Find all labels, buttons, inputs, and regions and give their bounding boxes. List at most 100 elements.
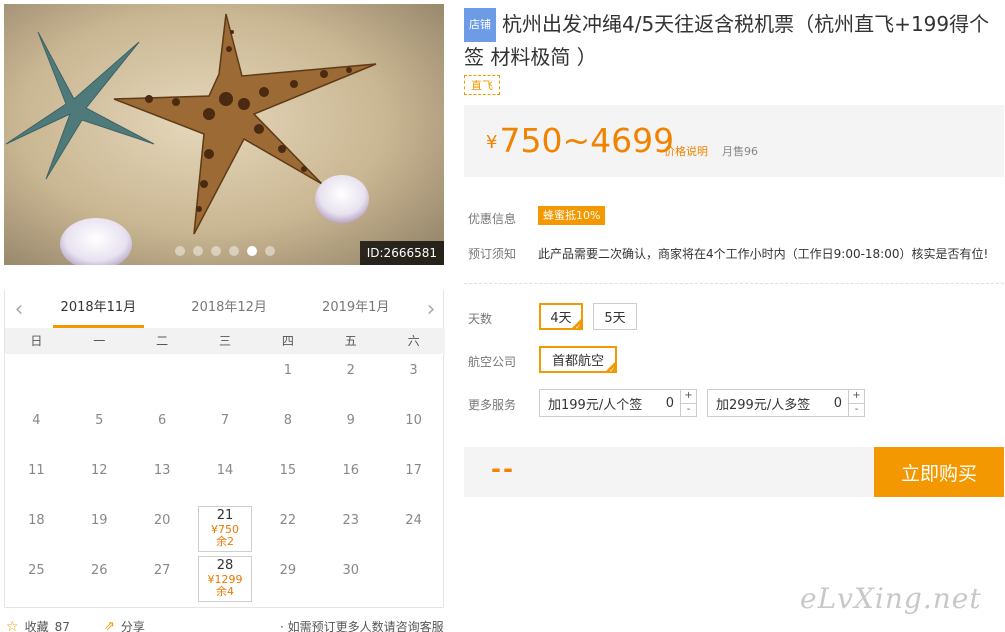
direct-flight-tag: 直飞 [464, 75, 500, 95]
calendar-month-tabs: 2018年11月 2018年12月 2019年1月 [33, 290, 417, 328]
decrement-button[interactable]: - [681, 402, 696, 417]
calendar-day: 20 [153, 513, 171, 528]
starfish-illustration [4, 4, 444, 265]
calendar-empty-cell [5, 354, 68, 404]
quantity-stepper: + - [680, 390, 696, 416]
calendar-month-nav: ‹ 2018年11月 2018年12月 2019年1月 › [5, 290, 445, 328]
carousel-dot-active[interactable] [247, 246, 257, 256]
calendar-day: 29 [279, 563, 297, 578]
share-icon: ⇗ [104, 619, 115, 632]
monthly-sales: 月售96 [722, 145, 758, 158]
airline-option-capital-airlines[interactable]: 首都航空 [539, 346, 617, 374]
product-title-block: 店铺 杭州出发冲绳4/5天往返含税机票（杭州直飞+199得个签 材料极简 ） [464, 8, 1000, 72]
favorite-count: 87 [54, 619, 70, 632]
booking-notice-label: 预订须知 [468, 247, 517, 261]
price-panel: ¥750~4699 价格说明 月售96 [464, 105, 1004, 177]
carousel-dot[interactable] [175, 246, 185, 256]
carousel-dots [175, 246, 275, 256]
booking-notice-text: 此产品需要二次确认，商家将在4个工作小时内（工作日9:00-18:00）核实是否… [538, 247, 989, 261]
calendar-month-tab[interactable]: 2018年11月 [52, 290, 145, 328]
days-option-5[interactable]: 5天 [593, 303, 637, 330]
calendar-day: 3 [409, 363, 418, 378]
price-explanation-link[interactable]: 价格说明 [664, 143, 708, 159]
calendar-day: 13 [153, 463, 171, 478]
total-price: -- [491, 455, 515, 483]
chevron-left-icon[interactable]: ‹ [5, 290, 33, 328]
image-id-badge: ID:2666581 [359, 241, 444, 265]
service-multi-visa: 加299元/人多签 0 + - [707, 389, 865, 417]
weekday-label: 四 [281, 334, 294, 348]
calendar-day: 5 [95, 413, 104, 428]
service-label: 加199元/人个签 [548, 397, 643, 413]
increment-button[interactable]: + [849, 390, 864, 403]
carousel-dot[interactable] [229, 246, 239, 256]
calendar-day: 7 [220, 413, 230, 428]
favorite-button[interactable]: ☆ 收藏 87 [6, 618, 70, 632]
calendar-empty-cell [131, 354, 194, 404]
share-button[interactable]: ⇗ 分享 [104, 618, 145, 632]
service-label: 加299元/人多签 [716, 397, 811, 413]
star-icon: ☆ [6, 618, 19, 632]
calendar-day: 10 [405, 413, 422, 428]
calendar-day-grid: 1 2 3 4 5 6 7 8 9 10 11 12 13 14 15 16 17 18 19 20 21 ¥750 余2 2… [5, 354, 445, 604]
share-label: 分享 [120, 620, 145, 632]
calendar-empty-cell [194, 354, 257, 404]
calendar-day: 23 [342, 513, 359, 528]
product-image[interactable]: ID:2666581 [4, 4, 444, 265]
shop-tag: 店铺 [464, 8, 496, 42]
weekday-label: 三 [218, 334, 231, 348]
airline-label: 航空公司 [468, 355, 517, 369]
calendar-month-tab[interactable]: 2019年1月 [314, 290, 397, 328]
days-option-4[interactable]: 4天 [539, 303, 583, 331]
calendar-empty-cell [68, 354, 131, 404]
calendar-day: 14 [216, 463, 234, 478]
service-quantity[interactable]: 0 [834, 396, 842, 411]
more-services-label: 更多服务 [468, 398, 517, 412]
calendar-day: 22 [279, 513, 297, 528]
service-single-visa: 加199元/人个签 0 + - [539, 389, 697, 417]
site-watermark: eLvXing.net [800, 582, 982, 615]
weekday-label: 二 [156, 334, 169, 348]
calendar-day: 4 [32, 413, 41, 428]
calendar-day: 11 [28, 463, 45, 478]
calendar-day: 27 [153, 563, 171, 578]
product-title-text: 杭州出发冲绳4/5天往返含税机票（杭州直飞+199得个签 材料极简 ） [464, 12, 990, 69]
carousel-dot[interactable] [211, 246, 221, 256]
discount-label: 优惠信息 [468, 212, 517, 226]
currency-symbol: ¥ [486, 132, 498, 153]
calendar-day: 18 [28, 513, 45, 528]
action-bar: ☆ 收藏 87 ⇗ 分享 · 如需预订更多人数请咨询客服 [4, 616, 444, 632]
calendar-day: 24 [405, 513, 422, 528]
chevron-right-icon[interactable]: › [417, 290, 445, 328]
weekday-label: 五 [344, 334, 357, 348]
calendar-day: 9 [346, 413, 355, 428]
weekday-label: 日 [30, 334, 43, 348]
service-quantity[interactable]: 0 [666, 396, 674, 411]
calendar-day: 30 [342, 563, 359, 578]
calendar-day: 6 [157, 413, 167, 428]
calendar-day: 2 [346, 363, 355, 378]
purchase-bar: -- 立即购买 [464, 447, 1004, 497]
divider [464, 283, 1004, 284]
discount-badge: 蜂蜜抵10% [538, 206, 606, 225]
group-booking-note: · 如需预订更多人数请咨询客服 [280, 620, 444, 632]
product-title: 店铺 杭州出发冲绳4/5天往返含税机票（杭州直飞+199得个签 材料极简 ） [464, 8, 1000, 72]
carousel-dot[interactable] [193, 246, 203, 256]
decrement-button[interactable]: - [849, 402, 864, 417]
calendar-weekday-header: 日一二三四五六 [5, 328, 445, 354]
calendar-day-available[interactable]: 28 ¥1299 余4 [194, 554, 257, 604]
calendar-month-tab[interactable]: 2018年12月 [183, 290, 275, 328]
calendar-day: 25 [28, 563, 45, 578]
increment-button[interactable]: + [681, 390, 696, 403]
calendar-day: 19 [91, 513, 108, 528]
day-border [197, 506, 253, 552]
calendar-day: 17 [405, 463, 422, 478]
carousel-dot[interactable] [265, 246, 275, 256]
price-range: ¥750~4699 [486, 121, 674, 163]
calendar-day-available[interactable]: 21 ¥750 余2 [194, 504, 257, 554]
buy-now-button[interactable]: 立即购买 [874, 447, 1004, 497]
calendar-day: 1 [283, 363, 292, 378]
calendar-day: 8 [283, 413, 292, 428]
day-border [197, 556, 253, 602]
weekday-label: 六 [407, 334, 420, 348]
